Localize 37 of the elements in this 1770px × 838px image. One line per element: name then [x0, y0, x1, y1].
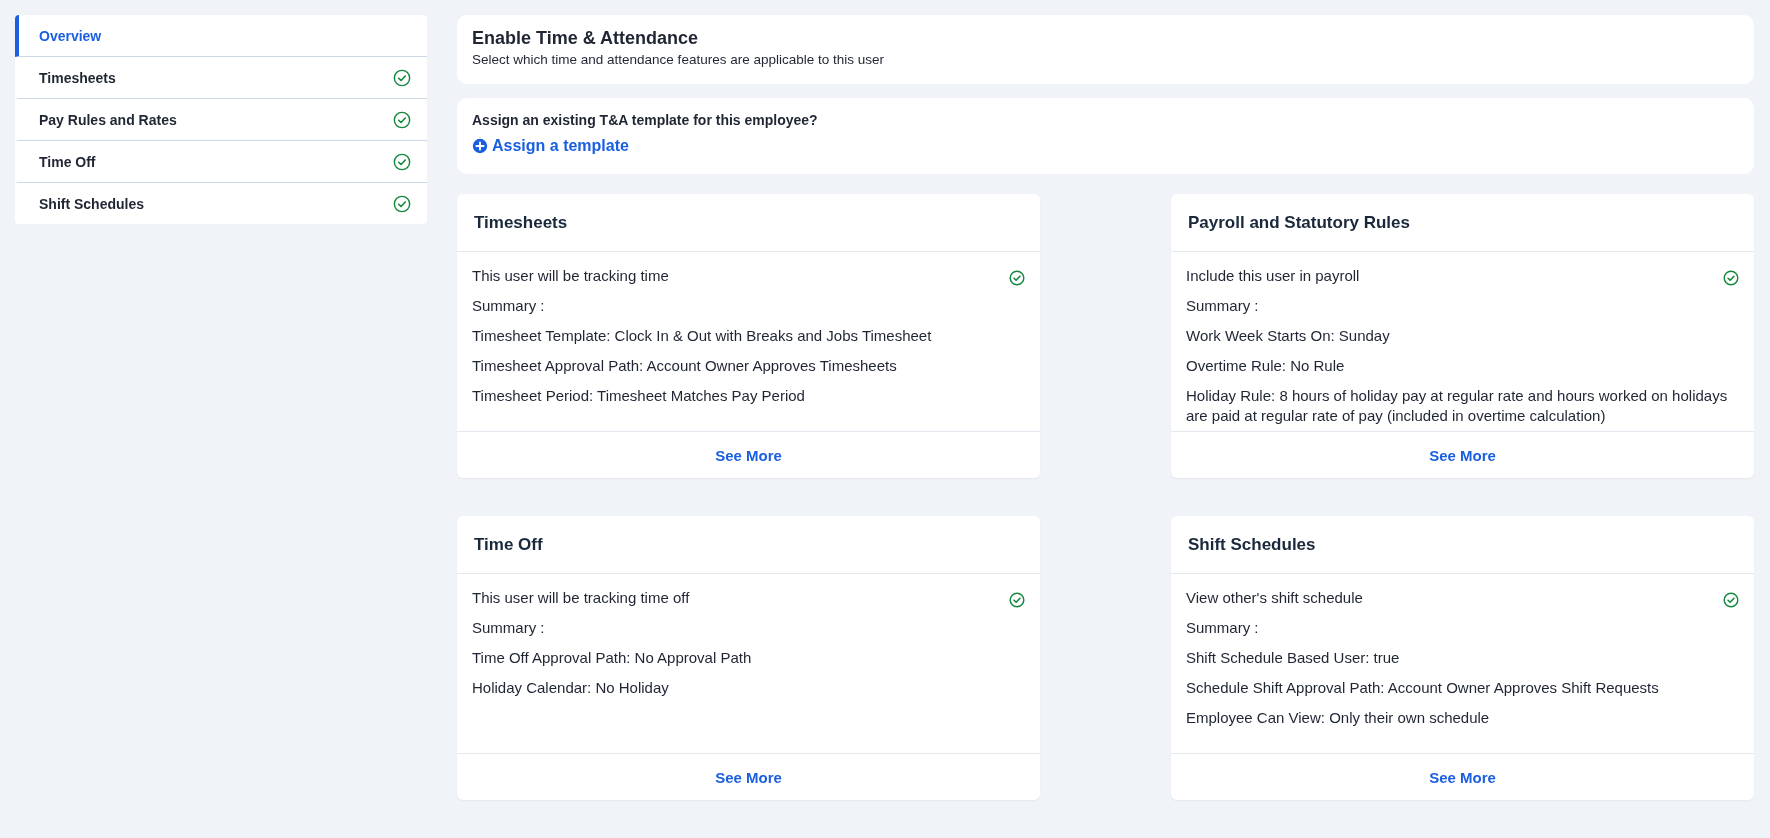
see-more-button[interactable]: See More	[457, 431, 1040, 478]
summary-line: Timesheet Approval Path: Account Owner Approves Timesheets	[472, 356, 898, 376]
summary-line: Time Off Approval Path: No Approval Path	[472, 648, 753, 668]
summary-line: Overtime Rule: No Rule	[1186, 356, 1346, 376]
card-title: Time Off	[457, 516, 1040, 574]
plus-circle-icon	[472, 138, 488, 154]
summary-line: Holiday Rule: 8 hours of holiday pay at regular rate and hours worked on holidays are paid at regular rate of pay (included in overtime calculation)	[1186, 386, 1729, 426]
card-statement: This user will be tracking time	[472, 266, 669, 286]
see-more-button[interactable]: See More	[457, 753, 1040, 800]
page-title: Enable Time & Attendance	[472, 28, 700, 49]
sidebar-item[interactable]: Overview	[15, 15, 427, 57]
card-title: Timesheets	[457, 194, 1040, 252]
sidebar-item[interactable]: Shift Schedules	[15, 183, 427, 224]
card-title: Payroll and Statutory Rules	[1171, 194, 1754, 252]
summary-line: Employee Can View: Only their own schedule	[1186, 708, 1491, 728]
page-subtitle: Select which time and attendance features are applicable to this user	[472, 52, 885, 67]
summary-label: Summary :	[1186, 618, 1260, 638]
assign-template-link[interactable]: Assign a template	[472, 137, 629, 155]
see-more-button[interactable]: See More	[1171, 431, 1754, 478]
sidebar-item[interactable]: Timesheets	[15, 57, 427, 99]
card-statement: This user will be tracking time off	[472, 588, 690, 608]
summary-line: Work Week Starts On: Sunday	[1186, 326, 1391, 346]
summary-line: Timesheet Period: Timesheet Matches Pay Period	[472, 386, 806, 406]
summary-label: Summary :	[472, 618, 546, 638]
see-more-button[interactable]: See More	[1171, 753, 1754, 800]
card-statement: View other's shift schedule	[1186, 588, 1363, 608]
summary-line: Schedule Shift Approval Path: Account Owner Approves Shift Requests	[1186, 678, 1660, 698]
summary-label: Summary :	[472, 296, 546, 316]
sidebar-item[interactable]: Pay Rules and Rates	[15, 99, 427, 141]
card-title: Shift Schedules	[1171, 516, 1754, 574]
summary-line: Holiday Calendar: No Holiday	[472, 678, 670, 698]
card-statement: Include this user in payroll	[1186, 266, 1360, 286]
summary-line: Shift Schedule Based User: true	[1186, 648, 1401, 668]
summary-label: Summary :	[1186, 296, 1260, 316]
summary-line: Timesheet Template: Clock In & Out with Breaks and Jobs Timesheet	[472, 326, 933, 346]
sidebar-item[interactable]: Time Off	[15, 141, 427, 183]
template-question: Assign an existing T&A template for this employee?	[472, 112, 819, 128]
